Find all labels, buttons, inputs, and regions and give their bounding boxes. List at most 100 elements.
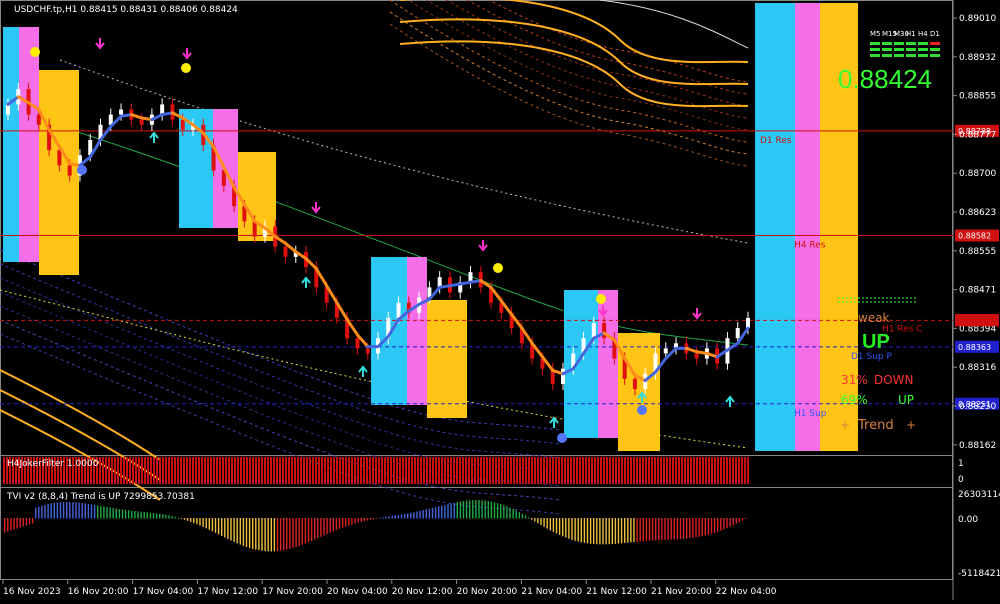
joker-axis-1: 1 bbox=[958, 459, 964, 469]
joker-bar bbox=[600, 457, 602, 484]
joker-bar bbox=[345, 457, 347, 484]
joker-bar bbox=[579, 457, 581, 484]
tvi-bar bbox=[137, 511, 139, 519]
tvi-bar bbox=[289, 518, 291, 549]
joker-bar bbox=[171, 457, 173, 484]
joker-bar bbox=[609, 457, 611, 484]
tvi-bar bbox=[602, 518, 604, 545]
tvi-bar bbox=[205, 518, 207, 529]
upper-band-line bbox=[426, 0, 749, 119]
time-axis: 16 Nov 2023 16 Nov 20:00 17 Nov 04:00 17 No… bbox=[2, 580, 777, 597]
joker-bar bbox=[723, 457, 725, 484]
y-tick-label: 0.88777 bbox=[959, 130, 996, 140]
joker-bar bbox=[243, 457, 245, 484]
tvi-bar bbox=[341, 518, 344, 528]
joker-bar bbox=[108, 457, 110, 484]
joker-bar bbox=[456, 457, 458, 484]
tvi-bar bbox=[115, 508, 117, 519]
tvi-bar bbox=[617, 518, 620, 544]
level-label: H4 Res bbox=[794, 241, 826, 251]
tvi-bar bbox=[134, 511, 136, 519]
tvi-bar bbox=[264, 518, 266, 552]
signal-dot bbox=[557, 433, 567, 443]
candle-body bbox=[6, 104, 10, 115]
tvi-bar bbox=[16, 518, 18, 529]
tvi-bar bbox=[193, 518, 195, 524]
joker-bar bbox=[495, 457, 497, 484]
session-box bbox=[19, 27, 39, 262]
tvi-bar bbox=[292, 518, 294, 548]
joker-bar bbox=[474, 457, 476, 484]
tvi-bar bbox=[190, 518, 192, 522]
joker-bar bbox=[315, 457, 317, 484]
joker-bar bbox=[591, 457, 593, 484]
joker-bar bbox=[288, 457, 290, 484]
timeframe-grid: M5 M15M30H1 H4 D1 bbox=[870, 30, 940, 57]
timeframe-cell bbox=[906, 42, 916, 45]
joker-bar bbox=[675, 457, 677, 484]
timeframe-cell bbox=[930, 42, 940, 45]
tvi-bar bbox=[25, 518, 28, 526]
tvi-bar bbox=[87, 503, 90, 519]
joker-bar bbox=[468, 457, 470, 484]
tvi-bar bbox=[403, 513, 406, 519]
joker-bar bbox=[558, 457, 560, 484]
trend-suffix: + bbox=[906, 418, 916, 432]
tvi-bar bbox=[531, 518, 533, 520]
joker-bar bbox=[585, 457, 587, 484]
joker-bar bbox=[510, 457, 512, 484]
sell-arrow bbox=[182, 48, 192, 60]
tvi-bar bbox=[84, 503, 86, 519]
joker-bar bbox=[420, 457, 422, 484]
sell-arrow bbox=[311, 202, 321, 214]
joker-bar bbox=[426, 457, 428, 484]
timeframe-label: H4 bbox=[918, 30, 928, 38]
x-tick-label: 21 Nov 04:00 bbox=[521, 587, 582, 597]
tvi-bar bbox=[131, 510, 133, 519]
joker-bar bbox=[336, 457, 338, 484]
candle-body bbox=[36, 114, 41, 125]
timeframe-cell bbox=[870, 54, 880, 57]
joker-bar bbox=[330, 457, 332, 484]
joker-bar bbox=[444, 457, 446, 484]
tvi-bar bbox=[320, 518, 322, 537]
joker-bar bbox=[354, 457, 356, 484]
tvi-bar bbox=[121, 509, 124, 519]
tvi-bar bbox=[118, 509, 121, 519]
tvi-bar bbox=[515, 510, 517, 519]
joker-bar bbox=[639, 457, 641, 484]
lower-band-line bbox=[0, 263, 561, 445]
tvi-bar bbox=[106, 507, 108, 519]
tvi-bar bbox=[62, 501, 65, 519]
joker-bar bbox=[231, 457, 233, 484]
tvi-bar bbox=[462, 500, 465, 519]
tvi-bar bbox=[382, 517, 384, 519]
tvi-bar bbox=[518, 512, 520, 519]
joker-bar bbox=[693, 457, 695, 484]
upper-envelope-line bbox=[400, 0, 749, 64]
tvi-bar bbox=[407, 513, 409, 519]
chart-canvas[interactable]: D1 Res0.88788H4 Res0.88582H1 Res C0.8841… bbox=[0, 0, 1000, 600]
timeframe-cell bbox=[930, 54, 940, 57]
level-price-text: 0.88582 bbox=[958, 232, 991, 241]
joker-bar bbox=[300, 457, 302, 484]
joker-bar bbox=[297, 457, 299, 484]
tvi-bar bbox=[735, 518, 737, 524]
tvi-bar bbox=[434, 507, 437, 519]
tvi-bar bbox=[47, 504, 49, 519]
tvi-bar bbox=[7, 518, 9, 532]
session-box bbox=[407, 257, 427, 405]
upper-band-line bbox=[445, 0, 749, 107]
tvi-bar bbox=[475, 500, 477, 519]
joker-bar bbox=[207, 457, 209, 484]
joker-bar bbox=[543, 457, 545, 484]
tvi-bar bbox=[428, 508, 431, 519]
tvi-bar bbox=[586, 518, 589, 544]
timeframe-cell bbox=[930, 48, 940, 51]
joker-bar bbox=[189, 457, 191, 484]
joker-bar bbox=[531, 457, 533, 484]
joker-bar bbox=[126, 457, 128, 484]
joker-bar bbox=[498, 457, 500, 484]
joker-bar bbox=[663, 457, 665, 484]
joker-bar bbox=[702, 457, 704, 484]
